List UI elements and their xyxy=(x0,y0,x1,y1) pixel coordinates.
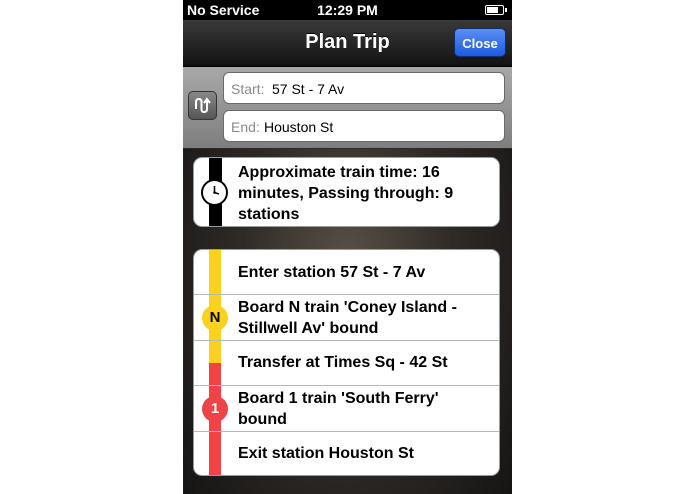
step-text: Board 1 train 'South Ferry' bound xyxy=(238,390,439,428)
phone-screen: No Service 12:29 PM Plan Trip Close Star… xyxy=(183,0,512,494)
list-item[interactable]: Exit station Houston St xyxy=(194,432,499,475)
swap-icon xyxy=(195,97,211,114)
list-item[interactable]: Enter station 57 St - 7 Av xyxy=(194,250,499,295)
close-button[interactable]: Close xyxy=(454,28,506,57)
end-label: End: xyxy=(231,119,260,135)
swap-stations-button[interactable] xyxy=(188,91,217,120)
list-item[interactable]: Transfer at Times Sq - 42 St xyxy=(194,341,499,386)
clock-text: 12:29 PM xyxy=(317,2,378,18)
1-train-bullet-icon: 1 xyxy=(202,396,228,422)
battery-level xyxy=(487,7,499,13)
start-label: Start: xyxy=(231,81,265,97)
step-text: Exit station Houston St xyxy=(238,445,414,462)
trip-steps-card: Enter station 57 St - 7 Av N Board N tra… xyxy=(193,249,500,476)
battery-icon xyxy=(485,5,507,15)
start-value: 57 St - 7 Av xyxy=(272,81,345,97)
step-text: Transfer at Times Sq - 42 St xyxy=(238,354,448,371)
navigation-bar: Plan Trip Close xyxy=(183,20,512,67)
end-station-field[interactable]: End: Houston St xyxy=(223,110,505,142)
end-value: Houston St xyxy=(264,119,334,135)
step-text: Board N train 'Coney Island - Stillwell … xyxy=(238,299,457,337)
step-text: Enter station 57 St - 7 Av xyxy=(238,264,426,281)
list-item[interactable]: N Board N train 'Coney Island - Stillwel… xyxy=(194,295,499,341)
list-item[interactable]: 1 Board 1 train 'South Ferry' bound xyxy=(194,386,499,432)
status-bar: No Service 12:29 PM xyxy=(183,0,512,20)
watch-icon xyxy=(201,179,228,206)
route-panel: Start: 57 St - 7 Av End: Houston St xyxy=(183,67,512,149)
trip-summary-text: Approximate train time: 16 minutes, Pass… xyxy=(238,164,454,223)
start-station-field[interactable]: Start: 57 St - 7 Av xyxy=(223,72,505,104)
n-train-bullet-icon: N xyxy=(202,305,228,331)
trip-summary-card: Approximate train time: 16 minutes, Pass… xyxy=(193,157,500,227)
